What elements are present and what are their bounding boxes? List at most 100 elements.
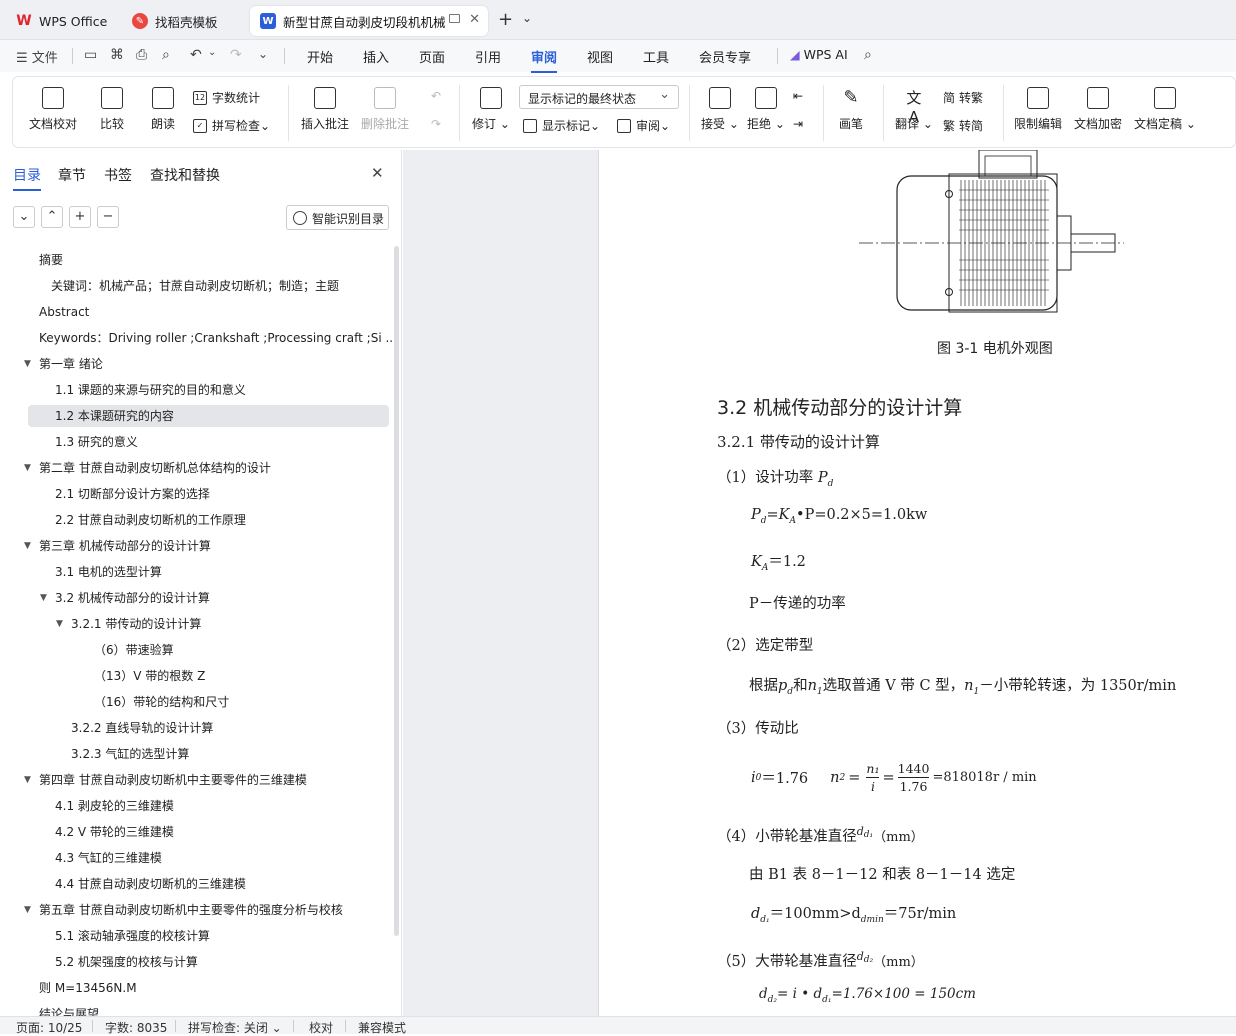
- toc-item[interactable]: 4.4 甘蔗自动剥皮切断机的三维建模: [55, 873, 246, 895]
- close-tab-icon[interactable]: ✕: [469, 12, 480, 27]
- word-count-button[interactable]: 12 字数统计: [193, 89, 260, 106]
- toc-collapse-caret-icon[interactable]: ▼: [40, 587, 47, 609]
- review-pane-button[interactable]: 审阅 ⌄: [617, 117, 670, 134]
- toc-collapse-caret-icon[interactable]: ▼: [24, 535, 31, 557]
- toc-item[interactable]: Abstract: [39, 301, 89, 323]
- undo-icon[interactable]: ↶: [190, 47, 202, 63]
- tab-toc[interactable]: 目录: [13, 165, 41, 191]
- toc-item[interactable]: 第三章 机械传动部分的设计计算: [39, 535, 211, 557]
- save-icon[interactable]: ▭: [84, 47, 97, 63]
- next-change-icon[interactable]: ⇥: [793, 117, 803, 131]
- toc-item[interactable]: 4.3 气缸的三维建模: [55, 847, 162, 869]
- next-comment-icon[interactable]: ↷: [431, 117, 441, 131]
- toc-scrollbar[interactable]: [394, 246, 399, 936]
- toc-item[interactable]: Keywords：Driving roller ;Crankshaft ;Pro…: [39, 327, 392, 349]
- toc-item[interactable]: 则 M=13456N.M: [39, 977, 137, 999]
- compare-button[interactable]: 比较: [100, 87, 124, 132]
- toc-item[interactable]: 2.2 甘蔗自动剥皮切断机的工作原理: [55, 509, 246, 531]
- to-traditional-button[interactable]: 简转繁: [943, 89, 983, 106]
- toc-collapse-caret-icon[interactable]: ▼: [56, 613, 63, 635]
- read-aloud-button[interactable]: 朗读: [151, 87, 175, 132]
- spell-check-indicator[interactable]: 拼写检查: 关闭 ⌄: [188, 1019, 282, 1036]
- toc-item[interactable]: 4.1 剥皮轮的三维建模: [55, 795, 174, 817]
- share-icon[interactable]: ⌘: [110, 47, 124, 63]
- collapse-up-icon[interactable]: ⌃: [41, 206, 63, 228]
- to-simplified-button[interactable]: 繁转简: [943, 117, 983, 134]
- tab-chapters[interactable]: 章节: [58, 165, 86, 185]
- toc-item[interactable]: 1.3 研究的意义: [55, 431, 138, 453]
- word-count-indicator[interactable]: 字数: 8035: [105, 1019, 167, 1036]
- file-menu[interactable]: ☰ 文件: [16, 47, 58, 66]
- tab-wps-office[interactable]: W WPS Office: [6, 6, 116, 36]
- expand-down-icon[interactable]: ⌄: [13, 206, 35, 228]
- menu-review[interactable]: 审阅: [531, 47, 558, 73]
- toc-item[interactable]: （16）带轮的结构和尺寸: [94, 691, 229, 713]
- reject-button[interactable]: 拒绝 ⌄: [747, 87, 785, 132]
- toc-item[interactable]: 3.2 机械传动部分的设计计算: [55, 587, 210, 609]
- add-heading-icon[interactable]: +: [69, 206, 91, 228]
- toc-item[interactable]: 摘要: [39, 249, 63, 271]
- toc-item[interactable]: 第一章 绪论: [39, 353, 103, 375]
- encrypt-button[interactable]: 文档加密: [1074, 87, 1122, 132]
- close-panel-icon[interactable]: ✕: [371, 164, 384, 182]
- tab-bookmarks[interactable]: 书签: [104, 165, 132, 185]
- menu-insert[interactable]: 插入: [363, 47, 389, 66]
- delete-comment-button[interactable]: 删除批注: [361, 87, 409, 132]
- menu-page[interactable]: 页面: [419, 47, 445, 66]
- toc-item[interactable]: （13）V 带的根数 Z: [94, 665, 205, 687]
- wps-ai-button[interactable]: ◢ WPS AI: [790, 47, 848, 62]
- finalize-button[interactable]: 文档定稿 ⌄: [1134, 87, 1196, 132]
- revise-button[interactable]: 修订 ⌄: [472, 87, 510, 132]
- toc-item[interactable]: 5.2 机架强度的校核与计算: [55, 951, 198, 973]
- print-icon[interactable]: ⎙: [136, 47, 147, 63]
- tab-docer-templates[interactable]: ✎ 找稻壳模板: [122, 6, 244, 36]
- toc-item[interactable]: 4.2 V 带轮的三维建模: [55, 821, 174, 843]
- menu-member[interactable]: 会员专享: [699, 47, 751, 66]
- toc-item[interactable]: （6）带速验算: [94, 639, 174, 661]
- toc-item[interactable]: 1.1 课题的来源与研究的目的和意义: [55, 379, 246, 401]
- monitor-icon[interactable]: [449, 14, 460, 23]
- restrict-edit-button[interactable]: 限制编辑: [1014, 87, 1062, 132]
- page-indicator[interactable]: 页面: 10/25: [16, 1019, 82, 1036]
- toc-item[interactable]: 5.1 滚动轴承强度的校核计算: [55, 925, 210, 947]
- tab-find-replace[interactable]: 查找和替换: [150, 165, 220, 185]
- toc-item[interactable]: 第二章 甘蔗自动剥皮切断机总体结构的设计: [39, 457, 271, 479]
- doc-proof-button[interactable]: 文档校对: [29, 87, 77, 132]
- toc-item[interactable]: 第五章 甘蔗自动剥皮切断机中主要零件的强度分析与校核: [39, 899, 343, 921]
- tab-current-document[interactable]: W 新型甘蔗自动剥皮切段机机械 ✕: [250, 6, 488, 36]
- insert-comment-button[interactable]: 插入批注: [301, 87, 349, 132]
- toc-collapse-caret-icon[interactable]: ▼: [24, 769, 31, 791]
- smart-toc-button[interactable]: 智能识别目录: [286, 205, 389, 230]
- toc-item[interactable]: 1.2 本课题研究的内容: [28, 405, 389, 427]
- undo-dropdown-icon[interactable]: ⌄: [208, 47, 216, 58]
- menu-view[interactable]: 视图: [587, 47, 613, 66]
- more-dropdown-icon[interactable]: ⌄: [258, 47, 268, 61]
- toc-collapse-caret-icon[interactable]: ▼: [24, 353, 31, 375]
- prev-change-icon[interactable]: ⇤: [793, 89, 803, 103]
- menu-references[interactable]: 引用: [475, 47, 501, 66]
- toc-item[interactable]: 3.2.2 直线导轨的设计计算: [71, 717, 213, 739]
- pen-button[interactable]: ✎ 画笔: [839, 87, 863, 132]
- search-icon[interactable]: ⌕: [864, 47, 872, 63]
- toc-collapse-caret-icon[interactable]: ▼: [24, 899, 31, 921]
- show-markup-button[interactable]: 显示标记 ⌄: [523, 117, 600, 134]
- accept-button[interactable]: 接受 ⌄: [701, 87, 739, 132]
- toc-item[interactable]: 第四章 甘蔗自动剥皮切断机中主要零件的三维建模: [39, 769, 307, 791]
- menu-home[interactable]: 开始: [307, 47, 333, 66]
- toc-item[interactable]: 3.1 电机的选型计算: [55, 561, 162, 583]
- remove-heading-icon[interactable]: −: [97, 206, 119, 228]
- spell-check-button[interactable]: ✓ 拼写检查 ⌄: [193, 117, 270, 134]
- new-tab-button[interactable]: +: [498, 9, 513, 30]
- markup-state-select[interactable]: 显示标记的最终状态: [519, 85, 679, 109]
- toc-item[interactable]: 3.2.1 带传动的设计计算: [71, 613, 201, 635]
- prev-comment-icon[interactable]: ↶: [431, 89, 441, 103]
- toc-item[interactable]: 结论与展望: [39, 1003, 99, 1016]
- document-page[interactable]: 图 3-1 电机外观图 3.2 机械传动部分的设计计算 3.2.1 带传动的设计…: [598, 150, 1236, 1016]
- redo-icon[interactable]: ↷: [230, 47, 242, 63]
- proof-indicator[interactable]: 校对: [309, 1019, 333, 1036]
- toc-item[interactable]: 关键词：机械产品；甘蔗自动剥皮切断机；制造；主题: [51, 275, 339, 297]
- toc-item[interactable]: 3.2.3 气缸的选型计算: [71, 743, 189, 765]
- tab-list-chevron-icon[interactable]: ⌄: [522, 11, 532, 25]
- menu-tools[interactable]: 工具: [643, 47, 669, 66]
- toc-collapse-caret-icon[interactable]: ▼: [24, 457, 31, 479]
